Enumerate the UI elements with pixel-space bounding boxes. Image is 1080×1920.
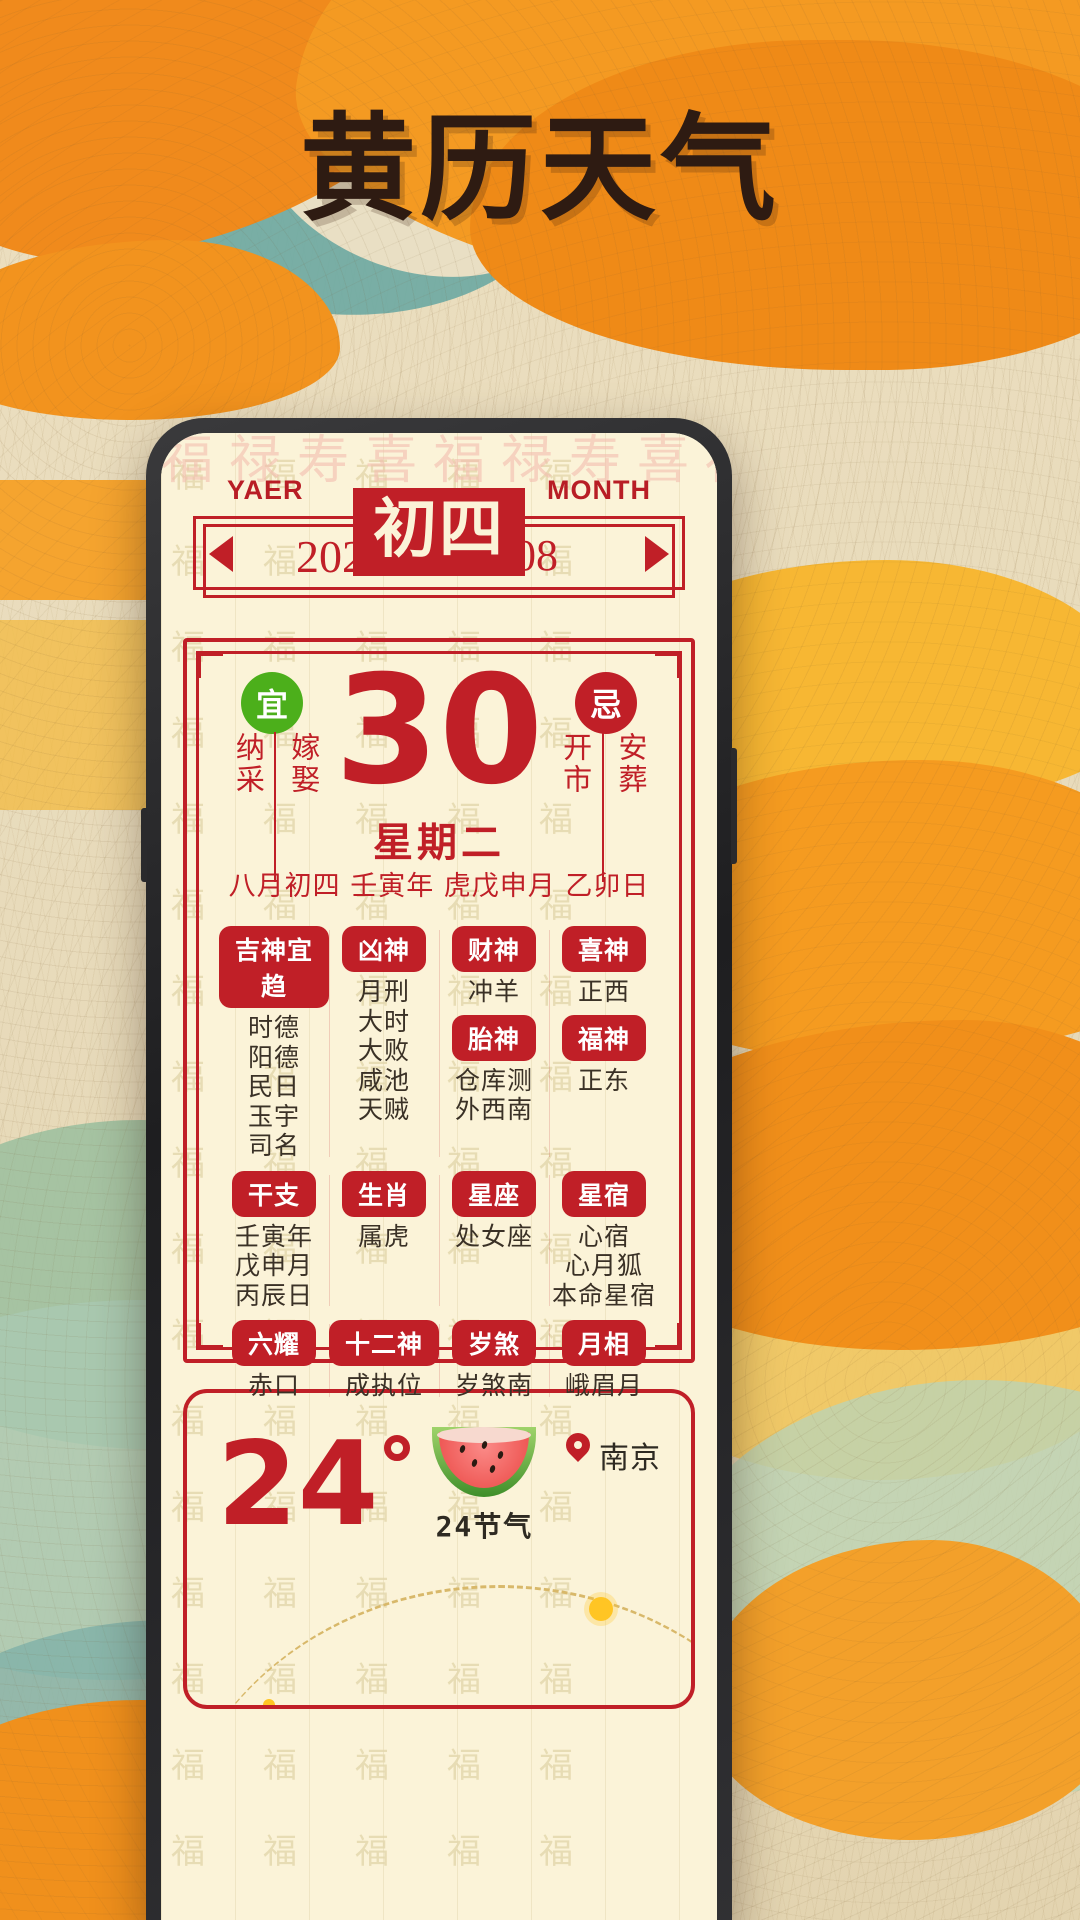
almanac-body: 宜 忌 30 纳采 嫁娶 开市 安葬 星期二 八月初四 壬寅年 虎戊申月 乙卯日… <box>203 656 675 1400</box>
almanac-grid-cell: 十二神 成执位 <box>329 1320 439 1401</box>
almanac-value: 仓库测 <box>454 1065 533 1095</box>
map-pin-dot <box>574 1441 582 1449</box>
sun-icon <box>589 1597 613 1621</box>
phone-screen: 福福福福福福福 福福福福福福福福福福福福福福福福福福福福福福福福福福福福福福福福福… <box>161 433 717 1920</box>
almanac-grid-cell: 岁煞 岁煞南 <box>439 1320 549 1401</box>
lunar-day-chip[interactable]: 初四 <box>353 488 525 576</box>
city-name: 南京 <box>599 1441 661 1476</box>
weekday-label: 星期二 <box>373 820 505 866</box>
almanac-tag[interactable]: 岁煞 <box>451 1320 536 1366</box>
location-block[interactable]: 南京 <box>561 1427 661 1545</box>
almanac-value: 属虎 <box>357 1221 410 1251</box>
almanac-grid-cell: 财神冲羊胎神仓库测 外西南 <box>439 926 549 1161</box>
almanac-tag[interactable]: 星宿 <box>561 1170 646 1217</box>
almanac-grid-row: 吉神宜趋 时德 阳德 民日 玉宇 司名 凶神 月刑 大时 大败 咸池 天贼 财神 冲羊 胎神 仓库测 外西南 喜神… <box>219 926 659 1161</box>
almanac-value: 心宿 <box>577 1221 630 1251</box>
ganzhi-line: 八月初四 壬寅年 虎戊申月 乙卯日 <box>228 871 650 902</box>
almanac-values: 正西 <box>549 977 659 1007</box>
almanac-grid-cell: 喜神 正西 福神 正东 <box>549 926 659 1161</box>
almanac-value: 阳德 <box>247 1042 300 1072</box>
watermelon-icon <box>432 1427 537 1497</box>
almanac-values: 月刑 大时 大败 咸池 天贼 <box>329 977 439 1125</box>
almanac-value: 壬寅年 <box>234 1221 313 1251</box>
poster-stage: 黄历天气 福福福福福福福 福福福福福福福福福福福福福福福福福福福福福福福福福福福福… <box>0 0 1080 1920</box>
almanac-value: 戊申月 <box>234 1251 313 1280</box>
almanac-card: 宜 忌 30 纳采 嫁娶 开市 安葬 星期二 八月初四 壬寅年 虎戊申月 乙卯日… <box>183 638 695 1400</box>
almanac-value: 正西 <box>577 977 630 1006</box>
almanac-tag[interactable]: 六耀 <box>231 1320 316 1366</box>
almanac-value: 心月狐 <box>564 1251 643 1280</box>
almanac-tag[interactable]: 生肖 <box>341 1170 426 1217</box>
sun-arc-path <box>187 1585 691 1705</box>
almanac-value: 外西南 <box>454 1095 533 1124</box>
almanac-tag[interactable]: 干支 <box>231 1170 316 1217</box>
almanac-grid-cell: 星宿心宿 心月狐 本命星宿 <box>549 1170 659 1311</box>
almanac-values: 处女座 <box>439 1222 549 1252</box>
almanac-grid-row: 干支 壬寅年 戊申月 丙辰日 生肖 属虎 星座 处女座 星宿 心宿 心月狐 本命星宿 <box>219 1170 659 1311</box>
app-content: YAER MONTH 2024 08 初四 宜 忌 30 纳采 嫁娶 开市 安葬… <box>161 433 717 1920</box>
almanac-value: 民日 <box>247 1072 300 1101</box>
almanac-tag[interactable]: 喜神 <box>561 926 646 972</box>
date-picker: 2024 08 初四 <box>183 488 695 598</box>
almanac-value: 冲羊 <box>467 977 520 1006</box>
almanac-tag[interactable]: 星座 <box>451 1170 536 1217</box>
page-title: 黄历天气 <box>300 102 780 237</box>
almanac-tag[interactable]: 月相 <box>561 1320 646 1366</box>
almanac-value: 时德 <box>247 1013 300 1042</box>
triangle-right-icon[interactable] <box>645 536 669 572</box>
almanac-value: 玉宇 <box>247 1101 300 1131</box>
almanac-values: 冲羊 <box>439 977 549 1007</box>
almanac-values: 属虎 <box>329 1222 439 1252</box>
degree-icon <box>384 1435 411 1461</box>
almanac-value: 咸池 <box>357 1065 410 1095</box>
phone-mockup: 福福福福福福福 福福福福福福福福福福福福福福福福福福福福福福福福福福福福福福福福福… <box>141 418 737 1920</box>
almanac-grid-cell: 月相 峨眉月 <box>549 1320 659 1401</box>
almanac-grid-cell: 干支壬寅年 戊申月 丙辰日 <box>219 1170 329 1311</box>
temperature-number: 24 <box>217 1417 379 1552</box>
weather-card[interactable]: 24 24节气 南京 <box>183 1389 695 1709</box>
almanac-value: 天贼 <box>357 1095 410 1124</box>
almanac-tag[interactable]: 福神 <box>561 1014 646 1061</box>
almanac-grid-cell: 六耀 赤口 <box>219 1320 329 1401</box>
almanac-value: 大败 <box>357 1036 410 1065</box>
almanac-value: 月刑 <box>357 977 410 1006</box>
almanac-value: 司名 <box>247 1131 300 1160</box>
almanac-grid-cell: 吉神宜趋 时德 阳德 民日 玉宇 司名 <box>219 926 329 1161</box>
almanac-values: 正东 <box>549 1066 659 1096</box>
month-label: MONTH <box>547 475 651 505</box>
almanac-detail-grid: 吉神宜趋 时德 阳德 民日 玉宇 司名 凶神 月刑 大时 大败 咸池 天贼 财神 冲羊 胎神 仓库测 外西南 喜神… <box>219 926 659 1411</box>
jieqi-label: 24节气 <box>435 1510 534 1543</box>
weather-body: 24 24节气 南京 <box>187 1393 691 1545</box>
almanac-tag[interactable]: 财神 <box>451 926 536 972</box>
almanac-grid-cell: 生肖 属虎 <box>329 1170 439 1311</box>
temperature-value: 24 <box>217 1427 411 1545</box>
almanac-values: 心宿 心月狐 本命星宿 <box>549 1222 659 1311</box>
arc-start-dot <box>263 1699 275 1705</box>
almanac-tag[interactable]: 凶神 <box>341 926 426 972</box>
almanac-values: 壬寅年 戊申月 丙辰日 <box>219 1222 329 1311</box>
almanac-value: 处女座 <box>454 1221 533 1251</box>
almanac-value: 本命星宿 <box>551 1280 656 1310</box>
triangle-left-icon[interactable] <box>209 536 233 572</box>
year-label: YAER <box>227 475 304 505</box>
almanac-value: 正东 <box>577 1065 630 1095</box>
almanac-grid-row: 六耀 赤口 十二神 成执位 岁煞 岁煞南 月相 峨眉月 <box>219 1320 659 1401</box>
almanac-values: 时德 阳德 民日 玉宇 司名 <box>219 1013 329 1161</box>
almanac-value: 大时 <box>357 1006 410 1036</box>
almanac-value: 丙辰日 <box>234 1280 313 1310</box>
almanac-values: 仓库测 外西南 <box>439 1066 549 1125</box>
almanac-tag[interactable]: 胎神 <box>451 1014 536 1061</box>
almanac-tag[interactable]: 十二神 <box>329 1320 439 1366</box>
almanac-grid-cell: 星座 处女座 <box>439 1170 549 1311</box>
almanac-top-row: 宜 忌 30 <box>223 656 655 806</box>
jieqi-block[interactable]: 24节气 <box>432 1427 537 1545</box>
map-pin-icon <box>561 1428 595 1465</box>
almanac-tag[interactable]: 吉神宜趋 <box>219 926 329 1008</box>
almanac-grid-cell: 凶神月刑 大时 大败 咸池 天贼 <box>329 926 439 1161</box>
